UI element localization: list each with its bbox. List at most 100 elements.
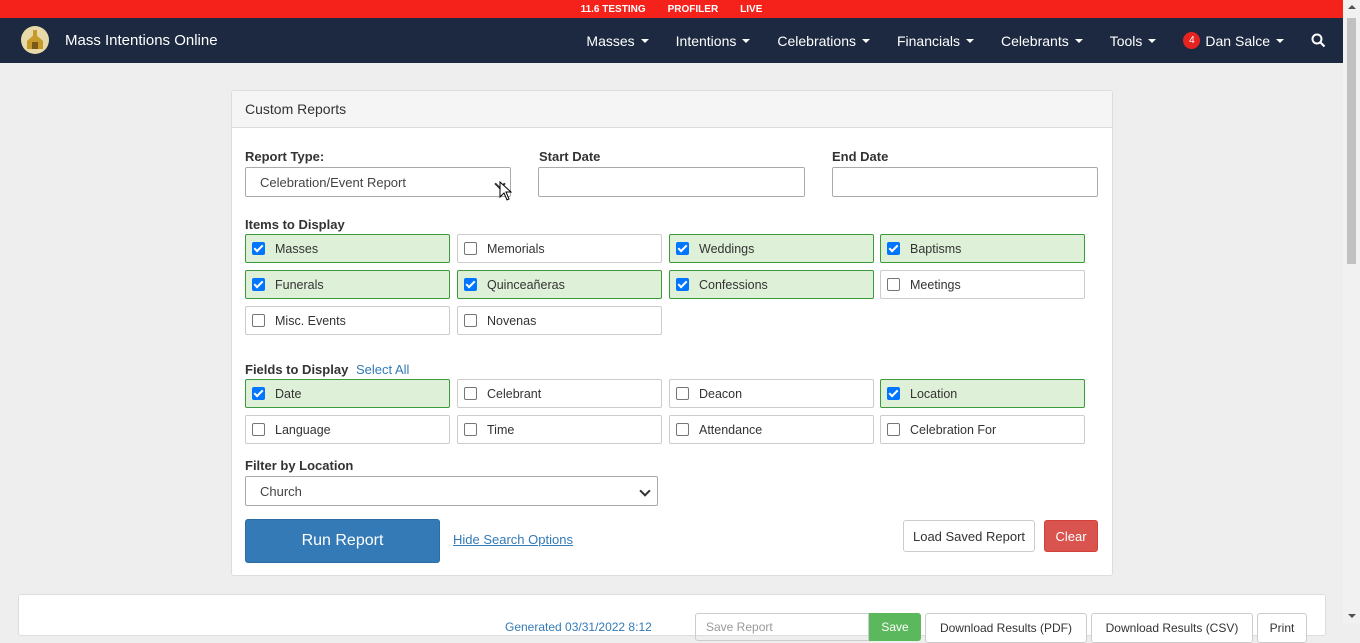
item-label: Confessions <box>699 277 768 292</box>
checkbox-checked-icon[interactable] <box>676 278 689 291</box>
nav-tools-label: Tools <box>1109 32 1143 49</box>
nav-tools[interactable]: Tools <box>1110 33 1157 49</box>
checkbox-checked-icon[interactable] <box>464 278 477 291</box>
checkbox-unchecked-icon[interactable] <box>464 242 477 255</box>
item-funerals-checkbox[interactable]: Funerals <box>245 270 450 299</box>
nav-financials[interactable]: Financials <box>897 33 975 49</box>
run-report-button[interactable]: Run Report <box>245 519 440 563</box>
download-csv-button[interactable]: Download Results (CSV) <box>1091 613 1253 643</box>
report-type-select[interactable]: Celebration/Event Report <box>245 167 511 197</box>
item-memorials-checkbox[interactable]: Memorials <box>457 234 662 263</box>
field-label: Language <box>275 422 331 437</box>
item-confessions-checkbox[interactable]: Confessions <box>669 270 874 299</box>
item-label: Weddings <box>699 241 755 256</box>
checkbox-unchecked-icon[interactable] <box>887 423 900 436</box>
church-logo-icon[interactable] <box>20 25 50 55</box>
chevron-down-icon <box>639 485 651 497</box>
item-misc-events-checkbox[interactable]: Misc. Events <box>245 306 450 335</box>
scroll-down-icon[interactable] <box>1348 614 1356 618</box>
nav-user-menu[interactable]: 4 Dan Salce <box>1183 32 1284 49</box>
scroll-up-icon[interactable] <box>1348 5 1356 9</box>
checkbox-checked-icon[interactable] <box>252 387 265 400</box>
item-meetings-checkbox[interactable]: Meetings <box>880 270 1085 299</box>
checkbox-unchecked-icon[interactable] <box>887 278 900 291</box>
panel-title: Custom Reports <box>232 91 1112 128</box>
environment-bar: 11.6 TESTING PROFILER LIVE <box>0 0 1343 18</box>
download-pdf-button[interactable]: Download Results (PDF) <box>925 613 1087 643</box>
start-date-label: Start Date <box>539 149 601 164</box>
field-attendance-checkbox[interactable]: Attendance <box>669 415 874 444</box>
checkbox-checked-icon[interactable] <box>252 278 265 291</box>
item-label: Misc. Events <box>275 313 346 328</box>
location-select[interactable]: Church <box>245 476 658 506</box>
field-label: Celebrant <box>487 386 542 401</box>
field-language-checkbox[interactable]: Language <box>245 415 450 444</box>
checkbox-unchecked-icon[interactable] <box>676 387 689 400</box>
nav-celebrants-label: Celebrants <box>1001 32 1069 49</box>
brand-title[interactable]: Mass Intentions Online <box>65 32 218 49</box>
field-celebrant-checkbox[interactable]: Celebrant <box>457 379 662 408</box>
env-live: LIVE <box>740 3 763 15</box>
checkbox-unchecked-icon[interactable] <box>252 314 265 327</box>
checkbox-unchecked-icon[interactable] <box>464 423 477 436</box>
caret-down-icon <box>1276 38 1284 43</box>
main-navbar: Mass Intentions Online Masses Intentions… <box>0 18 1343 63</box>
item-baptisms-checkbox[interactable]: Baptisms <box>880 234 1085 263</box>
checkbox-unchecked-icon[interactable] <box>464 387 477 400</box>
field-time-checkbox[interactable]: Time <box>457 415 662 444</box>
item-masses-checkbox[interactable]: Masses <box>245 234 450 263</box>
field-label: Attendance <box>699 422 763 437</box>
item-label: Funerals <box>275 277 324 292</box>
item-weddings-checkbox[interactable]: Weddings <box>669 234 874 263</box>
report-name-input[interactable]: Save Report <box>695 613 869 641</box>
item-label: Masses <box>275 241 319 256</box>
checkbox-checked-icon[interactable] <box>252 242 265 255</box>
print-button[interactable]: Print <box>1257 613 1307 643</box>
hide-search-options-link[interactable]: Hide Search Options <box>453 532 573 547</box>
save-report-button[interactable]: Save <box>869 613 921 641</box>
select-all-link[interactable]: Select All <box>356 362 409 377</box>
item-label: Memorials <box>487 241 545 256</box>
search-icon <box>1311 33 1326 48</box>
load-saved-report-button[interactable]: Load Saved Report <box>903 520 1035 552</box>
item-novenas-checkbox[interactable]: Novenas <box>457 306 662 335</box>
nav-intentions[interactable]: Intentions <box>676 33 751 49</box>
checkbox-checked-icon[interactable] <box>676 242 689 255</box>
end-date-input[interactable] <box>832 167 1098 197</box>
custom-reports-panel: Custom Reports Report Type: Celebration/… <box>231 90 1113 576</box>
field-deacon-checkbox[interactable]: Deacon <box>669 379 874 408</box>
caret-down-icon <box>966 38 975 43</box>
nav-celebrations[interactable]: Celebrations <box>777 33 870 49</box>
field-label: Time <box>487 422 515 437</box>
user-name: Dan Salce <box>1205 32 1270 49</box>
start-date-input[interactable] <box>538 167 805 197</box>
search-button[interactable] <box>1311 33 1326 48</box>
checkbox-checked-icon[interactable] <box>887 387 900 400</box>
item-quinceaneras-checkbox[interactable]: Quinceañeras <box>457 270 662 299</box>
env-testing: 11.6 TESTING <box>580 3 646 15</box>
scrollbar-thumb[interactable] <box>1347 18 1356 264</box>
report-type-value: Celebration/Event Report <box>260 174 406 190</box>
nav-intentions-label: Intentions <box>675 32 737 49</box>
report-type-label: Report Type: <box>245 149 325 164</box>
checkbox-unchecked-icon[interactable] <box>464 314 477 327</box>
nav-celebrants[interactable]: Celebrants <box>1001 33 1083 49</box>
checkbox-unchecked-icon[interactable] <box>252 423 265 436</box>
notification-badge: 4 <box>1183 32 1201 49</box>
generated-timestamp[interactable]: Generated 03/31/2022 8:12 <box>505 620 652 634</box>
location-value: Church <box>260 483 302 499</box>
item-label: Meetings <box>910 277 961 292</box>
nav-masses[interactable]: Masses <box>586 33 649 49</box>
page-scrollbar[interactable] <box>1343 0 1360 624</box>
fields-to-display-label: Fields to Display Select All <box>245 362 409 377</box>
field-location-checkbox[interactable]: Location <box>880 379 1085 408</box>
clear-button[interactable]: Clear <box>1044 520 1098 552</box>
field-label: Location <box>910 386 958 401</box>
field-date-checkbox[interactable]: Date <box>245 379 450 408</box>
mouse-cursor-icon <box>499 181 513 201</box>
filter-location-label: Filter by Location <box>245 458 354 473</box>
env-profiler[interactable]: PROFILER <box>668 4 719 15</box>
checkbox-checked-icon[interactable] <box>887 242 900 255</box>
field-celebration-for-checkbox[interactable]: Celebration For <box>880 415 1085 444</box>
checkbox-unchecked-icon[interactable] <box>676 423 689 436</box>
